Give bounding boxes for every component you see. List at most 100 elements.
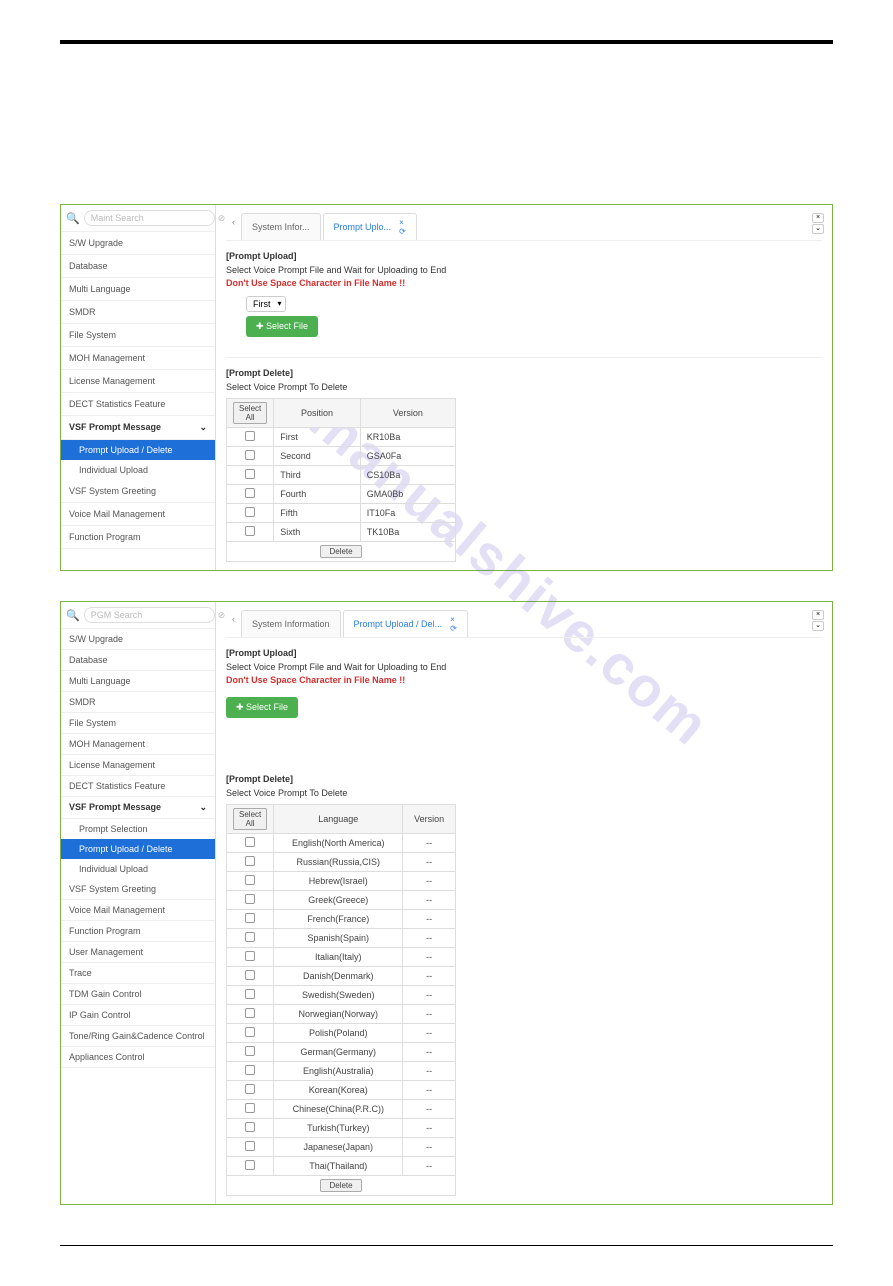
cell-language: Hebrew(Israel) (274, 872, 403, 891)
sidebar-item[interactable]: Tone/Ring Gain&Cadence Control (61, 1026, 215, 1047)
tab[interactable]: Prompt Uplo...×⟳ (323, 213, 417, 240)
row-checkbox[interactable] (245, 932, 255, 942)
sidebar-item[interactable]: S/W Upgrade (61, 232, 215, 255)
tab[interactable]: System Information (241, 610, 341, 637)
row-checkbox[interactable] (245, 431, 255, 441)
tab-close-icon[interactable]: × (450, 615, 457, 624)
row-checkbox[interactable] (245, 894, 255, 904)
table-row: Danish(Denmark)-- (227, 967, 456, 986)
cell-language: Thai(Thailand) (274, 1157, 403, 1176)
row-checkbox[interactable] (245, 1046, 255, 1056)
expand-button[interactable]: ⌄ (812, 621, 824, 631)
select-all-button[interactable]: Select All (233, 808, 267, 830)
cell-version: -- (403, 1100, 456, 1119)
row-checkbox[interactable] (245, 1122, 255, 1132)
sidebar-sub-item[interactable]: Prompt Upload / Delete (61, 440, 215, 460)
row-checkbox[interactable] (245, 488, 255, 498)
select-all-button[interactable]: Select All (233, 402, 267, 424)
cell-version: -- (403, 1005, 456, 1024)
row-checkbox[interactable] (245, 1103, 255, 1113)
table-row: SecondGSA0Fa (227, 447, 456, 466)
sidebar-sub-item[interactable]: Individual Upload (61, 460, 215, 480)
sidebar-item[interactable]: Appliances Control (61, 1047, 215, 1068)
delete-button[interactable]: Delete (320, 545, 361, 558)
sidebar-item[interactable]: VSF System Greeting (61, 480, 215, 503)
tab-close-icon[interactable]: × (399, 218, 406, 227)
row-checkbox[interactable] (245, 837, 255, 847)
row-checkbox[interactable] (245, 1065, 255, 1075)
cell-language: Greek(Greece) (274, 891, 403, 910)
table-row: Russian(Russia,CIS)-- (227, 853, 456, 872)
cell-language: German(Germany) (274, 1043, 403, 1062)
sidebar-item[interactable]: Function Program (61, 921, 215, 942)
search-input[interactable] (84, 607, 215, 623)
row-checkbox[interactable] (245, 469, 255, 479)
select-file-button[interactable]: Select File (246, 316, 318, 337)
tab-nav-left[interactable]: ‹ (226, 213, 241, 240)
sidebar-item[interactable]: Trace (61, 963, 215, 984)
row-checkbox[interactable] (245, 989, 255, 999)
row-checkbox[interactable] (245, 507, 255, 517)
row-checkbox[interactable] (245, 1008, 255, 1018)
close-all-button[interactable]: × (812, 213, 824, 223)
sidebar-item[interactable]: User Management (61, 942, 215, 963)
sidebar-item[interactable]: Function Program (61, 526, 215, 549)
sidebar-item[interactable]: Multi Language (61, 671, 215, 692)
select-file-button[interactable]: Select File (226, 697, 298, 718)
sidebar-item[interactable]: SMDR (61, 692, 215, 713)
sidebar-item[interactable]: S/W Upgrade (61, 629, 215, 650)
delete-title: [Prompt Delete] (226, 368, 822, 378)
sidebar-header-vsf-prompt[interactable]: VSF Prompt Message ⌄ (61, 797, 215, 819)
page-divider-bottom (60, 1245, 833, 1246)
tab-refresh-icon[interactable]: ⟳ (399, 227, 406, 236)
sidebar-item[interactable]: IP Gain Control (61, 1005, 215, 1026)
sidebar-item[interactable]: Voice Mail Management (61, 503, 215, 526)
tab-refresh-icon[interactable]: ⟳ (450, 624, 457, 633)
sidebar-item[interactable]: File System (61, 324, 215, 347)
row-checkbox[interactable] (245, 526, 255, 536)
sidebar-item[interactable]: Database (61, 255, 215, 278)
sidebar-item[interactable]: MOH Management (61, 734, 215, 755)
sidebar-sub-item[interactable]: Prompt Upload / Delete (61, 839, 215, 859)
tab[interactable]: Prompt Upload / Del...×⟳ (343, 610, 468, 637)
row-checkbox[interactable] (245, 450, 255, 460)
cell-language: English(North America) (274, 834, 403, 853)
sidebar-sub-item[interactable]: Prompt Selection (61, 819, 215, 839)
sidebar-item[interactable]: DECT Statistics Feature (61, 393, 215, 416)
row-checkbox[interactable] (245, 970, 255, 980)
sidebar-item[interactable]: Multi Language (61, 278, 215, 301)
sidebar-item[interactable]: Voice Mail Management (61, 900, 215, 921)
tab-nav-left[interactable]: ‹ (226, 610, 241, 637)
row-checkbox[interactable] (245, 951, 255, 961)
cell-language: Swedish(Sweden) (274, 986, 403, 1005)
sidebar-item[interactable]: License Management (61, 755, 215, 776)
expand-button[interactable]: ⌄ (812, 224, 824, 234)
cell-language: English(Australia) (274, 1062, 403, 1081)
sidebar-item[interactable]: SMDR (61, 301, 215, 324)
search-input[interactable] (84, 210, 215, 226)
row-checkbox[interactable] (245, 1084, 255, 1094)
position-dropdown[interactable]: First (246, 296, 286, 312)
cell-language: French(France) (274, 910, 403, 929)
sidebar-item[interactable]: DECT Statistics Feature (61, 776, 215, 797)
sidebar-item[interactable]: TDM Gain Control (61, 984, 215, 1005)
sidebar-item[interactable]: License Management (61, 370, 215, 393)
sidebar-sub-item[interactable]: Individual Upload (61, 859, 215, 879)
search-icon: 🔍 (66, 212, 80, 225)
delete-button[interactable]: Delete (320, 1179, 361, 1192)
sidebar-item[interactable]: VSF System Greeting (61, 879, 215, 900)
sidebar-item[interactable]: MOH Management (61, 347, 215, 370)
row-checkbox[interactable] (245, 1141, 255, 1151)
sidebar-item[interactable]: Database (61, 650, 215, 671)
row-checkbox[interactable] (245, 913, 255, 923)
sidebar-item[interactable]: File System (61, 713, 215, 734)
tab[interactable]: System Infor... (241, 213, 321, 240)
close-all-button[interactable]: × (812, 610, 824, 620)
row-checkbox[interactable] (245, 1027, 255, 1037)
sidebar-header-vsf-prompt[interactable]: VSF Prompt Message ⌄ (61, 416, 215, 440)
cell-version: -- (403, 910, 456, 929)
row-checkbox[interactable] (245, 1160, 255, 1170)
row-checkbox[interactable] (245, 875, 255, 885)
row-checkbox[interactable] (245, 856, 255, 866)
tab-bar: ‹ System InformationPrompt Upload / Del.… (226, 610, 822, 638)
